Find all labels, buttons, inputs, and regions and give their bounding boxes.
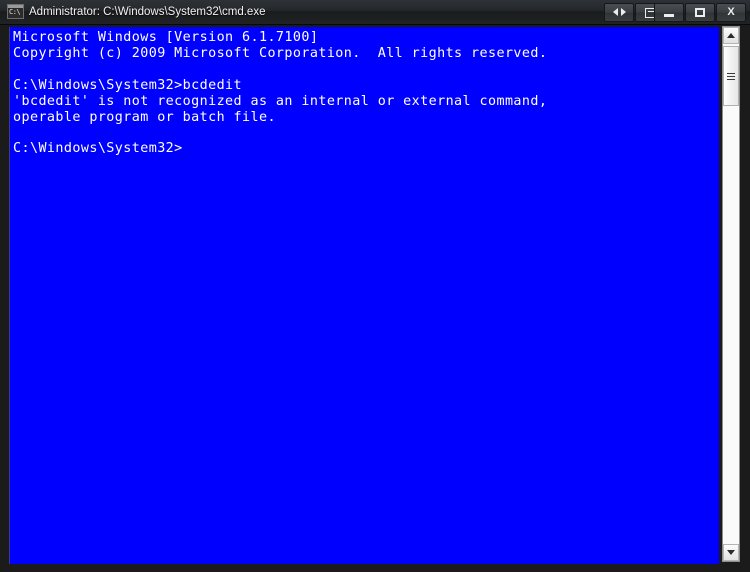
- close-button[interactable]: X: [716, 3, 746, 22]
- scroll-thumb[interactable]: [723, 46, 739, 106]
- scroll-down-icon[interactable]: [723, 544, 739, 561]
- window-controls: X: [654, 3, 746, 22]
- command-prompt-window: C:\ Administrator: C:\Windows\System32\c…: [0, 0, 750, 572]
- vertical-scrollbar[interactable]: [722, 26, 740, 562]
- minimize-icon: [655, 4, 683, 21]
- scrollbar-track[interactable]: [723, 44, 739, 544]
- window-title: Administrator: C:\Windows\System32\cmd.e…: [29, 6, 266, 18]
- scroll-up-icon[interactable]: [723, 27, 739, 44]
- close-icon: X: [727, 6, 735, 18]
- scroll-thumb-grip: [727, 72, 735, 80]
- terminal-output-area[interactable]: Microsoft Windows [Version 6.1.7100] Cop…: [9, 27, 719, 564]
- title-bar[interactable]: C:\ Administrator: C:\Windows\System32\c…: [0, 0, 750, 25]
- cmd-icon-label: C:\: [9, 8, 21, 16]
- minimize-button[interactable]: [654, 3, 684, 22]
- window-client-area: Microsoft Windows [Version 6.1.7100] Cop…: [0, 25, 750, 572]
- maximize-icon: [686, 4, 714, 21]
- console-text: Microsoft Windows [Version 6.1.7100] Cop…: [13, 30, 548, 157]
- cmd-console-icon: C:\: [7, 4, 24, 19]
- maximize-button[interactable]: [685, 3, 715, 22]
- restore-arrows-button[interactable]: [604, 3, 634, 22]
- arrows-left-right-icon: [605, 4, 633, 21]
